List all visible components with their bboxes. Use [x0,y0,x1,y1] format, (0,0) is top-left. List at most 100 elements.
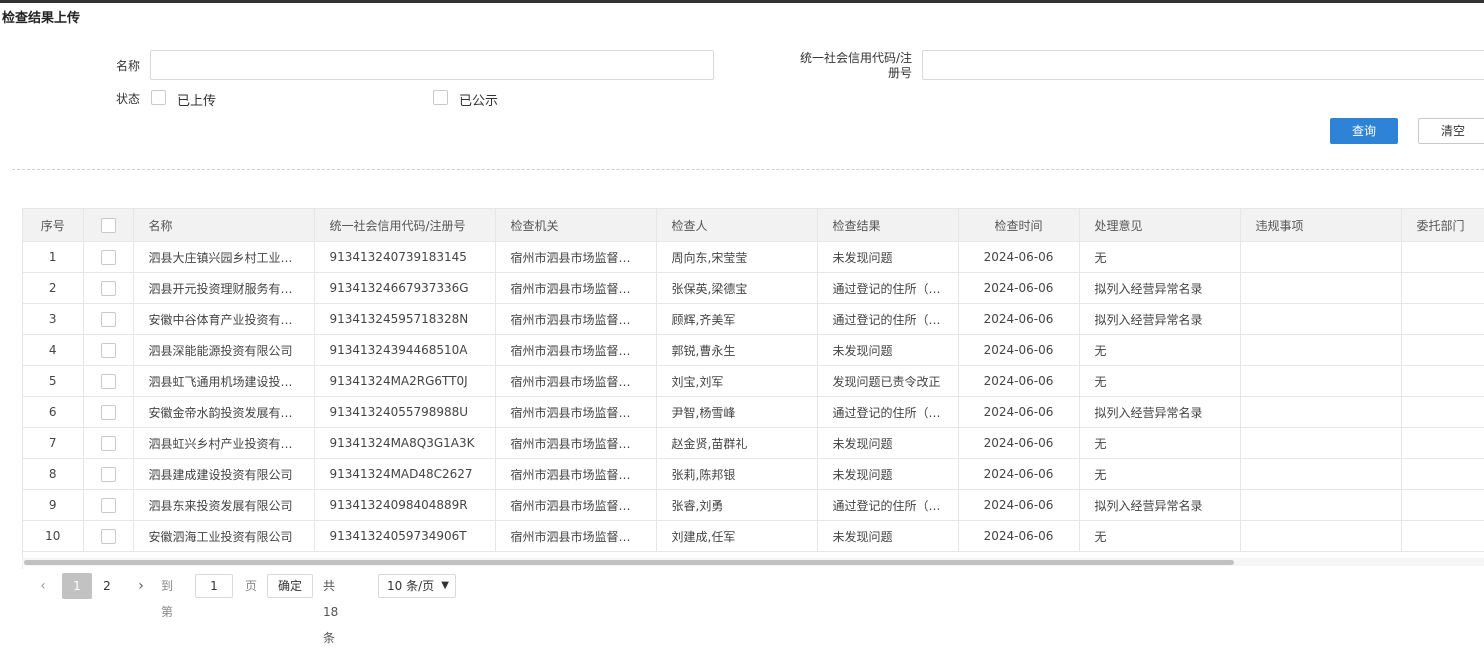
row-checkbox[interactable] [100,466,116,482]
col-name: 名称 [133,209,315,242]
cell-index: 1 [23,241,84,273]
cell-index: 8 [23,458,84,490]
cell-dept [1401,272,1484,304]
cell-result: 通过登记的住所（… [817,489,959,521]
cell-date: 2024-06-06 [958,334,1080,366]
cell-select [83,520,134,552]
query-button[interactable]: 查询 [1330,118,1398,144]
cell-opinion: 无 [1079,365,1241,397]
goto-confirm-button[interactable]: 确定 [267,574,313,598]
table-row[interactable]: 9 泗县东来投资发展有限公司 91341324098404889R 宿州市泗县市场监督… [23,489,1484,521]
cell-result: 通过登记的住所（… [817,303,959,335]
page-title: 检查结果上传 [2,11,81,26]
cell-violation [1240,241,1402,273]
name-label: 名称 [116,59,141,73]
cell-inspector: 周向东,宋莹莹 [656,241,818,273]
chevron-left-icon[interactable]: ‹ [32,573,54,599]
cell-name: 安徽金帝水韵投资发展有… [133,396,315,428]
page-size-select[interactable]: 10 条/页 ▼ [378,574,456,598]
scrollbar-thumb[interactable] [24,560,1234,565]
table-row[interactable]: 4 泗县深能能源投资有限公司 91341324394468510A 宿州市泗县市场监督… [23,334,1484,366]
page-1-button[interactable]: 1 [62,573,92,599]
row-checkbox[interactable] [100,373,116,389]
cell-code: 91341324MA8Q3G1A3K [314,427,496,459]
status-uploaded-checkbox[interactable] [151,90,166,105]
cell-date: 2024-06-06 [958,241,1080,273]
cell-authority: 宿州市泗县市场监督管… [495,427,657,459]
cell-index: 5 [23,365,84,397]
table-row[interactable]: 7 泗县虹兴乡村产业投资有… 91341324MA8Q3G1A3K 宿州市泗县市场监督… [23,427,1484,459]
chevron-down-icon: ▼ [441,580,449,591]
cell-violation [1240,365,1402,397]
goto-page-input[interactable] [195,574,233,598]
cell-name: 安徽泗海工业投资有限公司 [133,520,315,552]
cell-dept [1401,520,1484,552]
cell-date: 2024-06-06 [958,489,1080,521]
cell-dept [1401,396,1484,428]
cell-opinion: 无 [1079,427,1241,459]
cell-dept [1401,241,1484,273]
cell-result: 通过登记的住所（… [817,396,959,428]
row-checkbox[interactable] [100,435,116,451]
status-uploaded-label: 已上传 [177,94,217,109]
row-checkbox[interactable] [100,342,116,358]
page-size-value: 10 条/页 [387,579,435,593]
cell-inspector: 刘宝,刘军 [656,365,818,397]
cell-code: 91341324394468510A [314,334,496,366]
cell-code: 91341324098404889R [314,489,496,521]
row-checkbox[interactable] [100,280,116,296]
row-checkbox[interactable] [100,528,116,544]
row-checkbox[interactable] [100,497,116,513]
row-checkbox[interactable] [100,404,116,420]
cell-authority: 宿州市泗县市场监督管… [495,241,657,273]
name-input[interactable] [150,50,714,80]
cell-dept [1401,427,1484,459]
row-checkbox[interactable] [100,311,116,327]
cell-authority: 宿州市泗县市场监督管… [495,365,657,397]
cell-index: 9 [23,489,84,521]
table-row[interactable]: 8 泗县建成建设投资有限公司 91341324MAD48C2627 宿州市泗县市场监督… [23,458,1484,490]
cell-authority: 宿州市泗县市场监督管… [495,272,657,304]
clear-button[interactable]: 清空 [1418,118,1484,144]
row-checkbox[interactable] [100,249,116,265]
col-result: 检查结果 [817,209,959,242]
table-row[interactable]: 1 泗县大庄镇兴园乡村工业… 913413240739183145 宿州市泗县市场监督… [23,241,1484,273]
table-row[interactable]: 3 安徽中谷体育产业投资有… 91341324595718328N 宿州市泗县市场监督… [23,303,1484,335]
cell-authority: 宿州市泗县市场监督管… [495,489,657,521]
col-code: 统一社会信用代码/注册号 [314,209,496,242]
table-row[interactable]: 2 泗县开元投资理财服务有… 91341324667937336G 宿州市泗县市场监督… [23,272,1484,304]
col-date: 检查时间 [958,209,1080,242]
cell-opinion: 拟列入经营异常名录 [1079,396,1241,428]
cell-select [83,365,134,397]
cell-violation [1240,303,1402,335]
status-published-checkbox[interactable] [433,90,448,105]
table-row[interactable]: 5 泗县虹飞通用机场建设投… 91341324MA2RG6TT0J 宿州市泗县市场监督… [23,365,1484,397]
cell-violation [1240,489,1402,521]
table-row[interactable]: 10 安徽泗海工业投资有限公司 91341324059734906T 宿州市泗县市场监… [23,520,1484,552]
cell-authority: 宿州市泗县市场监督管… [495,334,657,366]
cell-select [83,427,134,459]
table-row[interactable]: 6 安徽金帝水韵投资发展有… 9134132405579898​8U 宿州市泗县市场监… [23,396,1484,428]
cell-violation [1240,520,1402,552]
cell-inspector: 张莉,陈邦银 [656,458,818,490]
cell-authority: 宿州市泗县市场监督管… [495,520,657,552]
col-index: 序号 [23,209,84,242]
cell-opinion: 拟列入经营异常名录 [1079,489,1241,521]
cell-index: 4 [23,334,84,366]
cell-result: 未发现问题 [817,334,959,366]
select-all-checkbox[interactable] [100,217,116,233]
cell-name: 泗县开元投资理财服务有… [133,272,315,304]
cell-inspector: 刘建成,任军 [656,520,818,552]
cell-dept [1401,303,1484,335]
cell-select [83,272,134,304]
top-border [0,0,1484,3]
cell-authority: 宿州市泗县市场监督管… [495,458,657,490]
page-2-button[interactable]: 2 [92,573,122,599]
code-input[interactable] [922,50,1484,80]
cell-name: 泗县虹兴乡村产业投资有… [133,427,315,459]
chevron-right-icon[interactable]: › [130,573,152,599]
horizontal-scrollbar[interactable] [22,558,1484,566]
cell-name: 泗县虹飞通用机场建设投… [133,365,315,397]
results-table: 序号 名称 统一社会信用代码/注册号 检查机关 检查人 检查结果 检查时间 处理… [22,208,1484,569]
cell-dept [1401,489,1484,521]
